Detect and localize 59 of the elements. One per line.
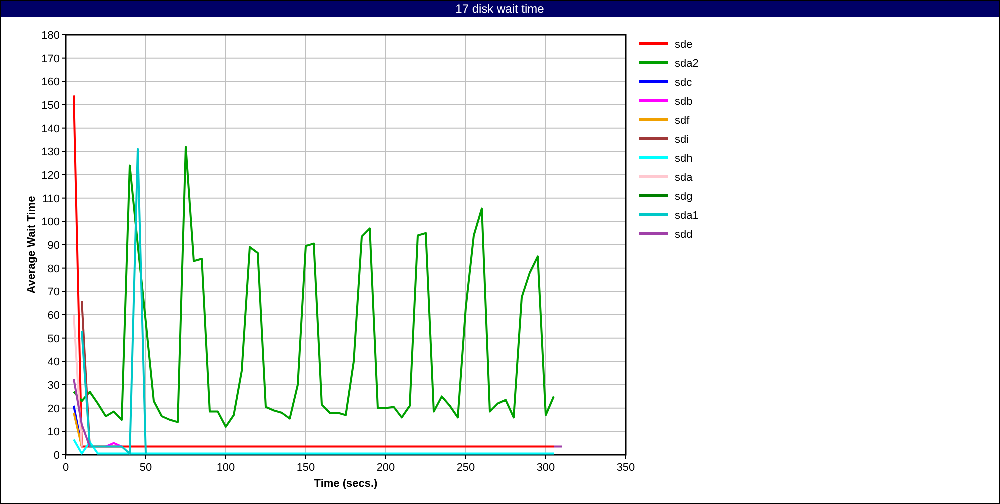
legend-label: sda2 — [675, 58, 699, 70]
legend-label: sda1 — [675, 210, 699, 222]
tick-label: 250 — [456, 462, 476, 474]
tick-label: 90 — [48, 240, 60, 252]
legend-label: sdb — [675, 96, 693, 108]
tick-label: 110 — [42, 193, 60, 206]
tick-label: 0 — [54, 450, 60, 462]
tick-mark — [62, 338, 66, 339]
legend-label: sda — [675, 172, 693, 184]
tick-label: 80 — [48, 263, 60, 276]
tick-mark — [62, 58, 66, 59]
tick-mark — [62, 384, 66, 386]
tick-label: 140 — [42, 123, 60, 136]
tick-mark — [62, 174, 66, 176]
tick-mark — [62, 361, 66, 362]
tick-mark — [62, 268, 66, 269]
tick-mark — [62, 431, 66, 432]
tick-label: 0 — [62, 462, 70, 474]
legend-label: sde — [675, 39, 693, 51]
tick-label: 20 — [48, 403, 60, 416]
tick-label: 30 — [48, 380, 60, 392]
tick-label: 70 — [48, 286, 60, 299]
tick-label: 180 — [42, 30, 60, 42]
x-axis-label: Time (secs.) — [314, 478, 378, 490]
legend-label: sdh — [675, 153, 693, 165]
tick-label: 300 — [536, 462, 556, 474]
window-title: 17 disk wait time — [1, 1, 999, 17]
tick-label: 10 — [48, 426, 60, 439]
legend-label: sdi — [675, 134, 690, 146]
tick-label: 150 — [42, 100, 60, 112]
tick-label: 50 — [48, 333, 60, 346]
tick-mark — [62, 151, 66, 152]
legend-label: sdd — [675, 229, 693, 241]
tick-mark — [62, 314, 66, 316]
legend-label: sdg — [675, 191, 693, 203]
tick-mark — [62, 408, 66, 409]
tick-label: 60 — [48, 310, 60, 322]
tick-label: 50 — [140, 462, 152, 474]
tick-label: 150 — [296, 462, 316, 474]
tick-mark — [62, 81, 66, 82]
tick-mark — [62, 128, 66, 129]
legend-label: sdf — [675, 115, 690, 127]
tick-label: 40 — [48, 356, 60, 369]
tick-mark — [62, 291, 66, 292]
tick-label: 170 — [42, 53, 60, 66]
legend-label: sdc — [675, 77, 692, 89]
tick-label: 100 — [216, 462, 236, 474]
tick-label: 350 — [616, 462, 636, 474]
tick-mark — [62, 221, 66, 222]
tick-label: 100 — [42, 216, 60, 229]
tick-mark — [62, 34, 66, 36]
y-axis-label: Average Wait Time — [26, 196, 38, 294]
tick-label: 200 — [376, 462, 396, 474]
tick-mark — [62, 244, 66, 246]
tick-label: 120 — [42, 170, 60, 182]
tick-label: 130 — [42, 146, 60, 159]
tick-mark — [62, 198, 66, 199]
tick-mark — [62, 104, 66, 106]
tick-label: 160 — [42, 76, 60, 89]
